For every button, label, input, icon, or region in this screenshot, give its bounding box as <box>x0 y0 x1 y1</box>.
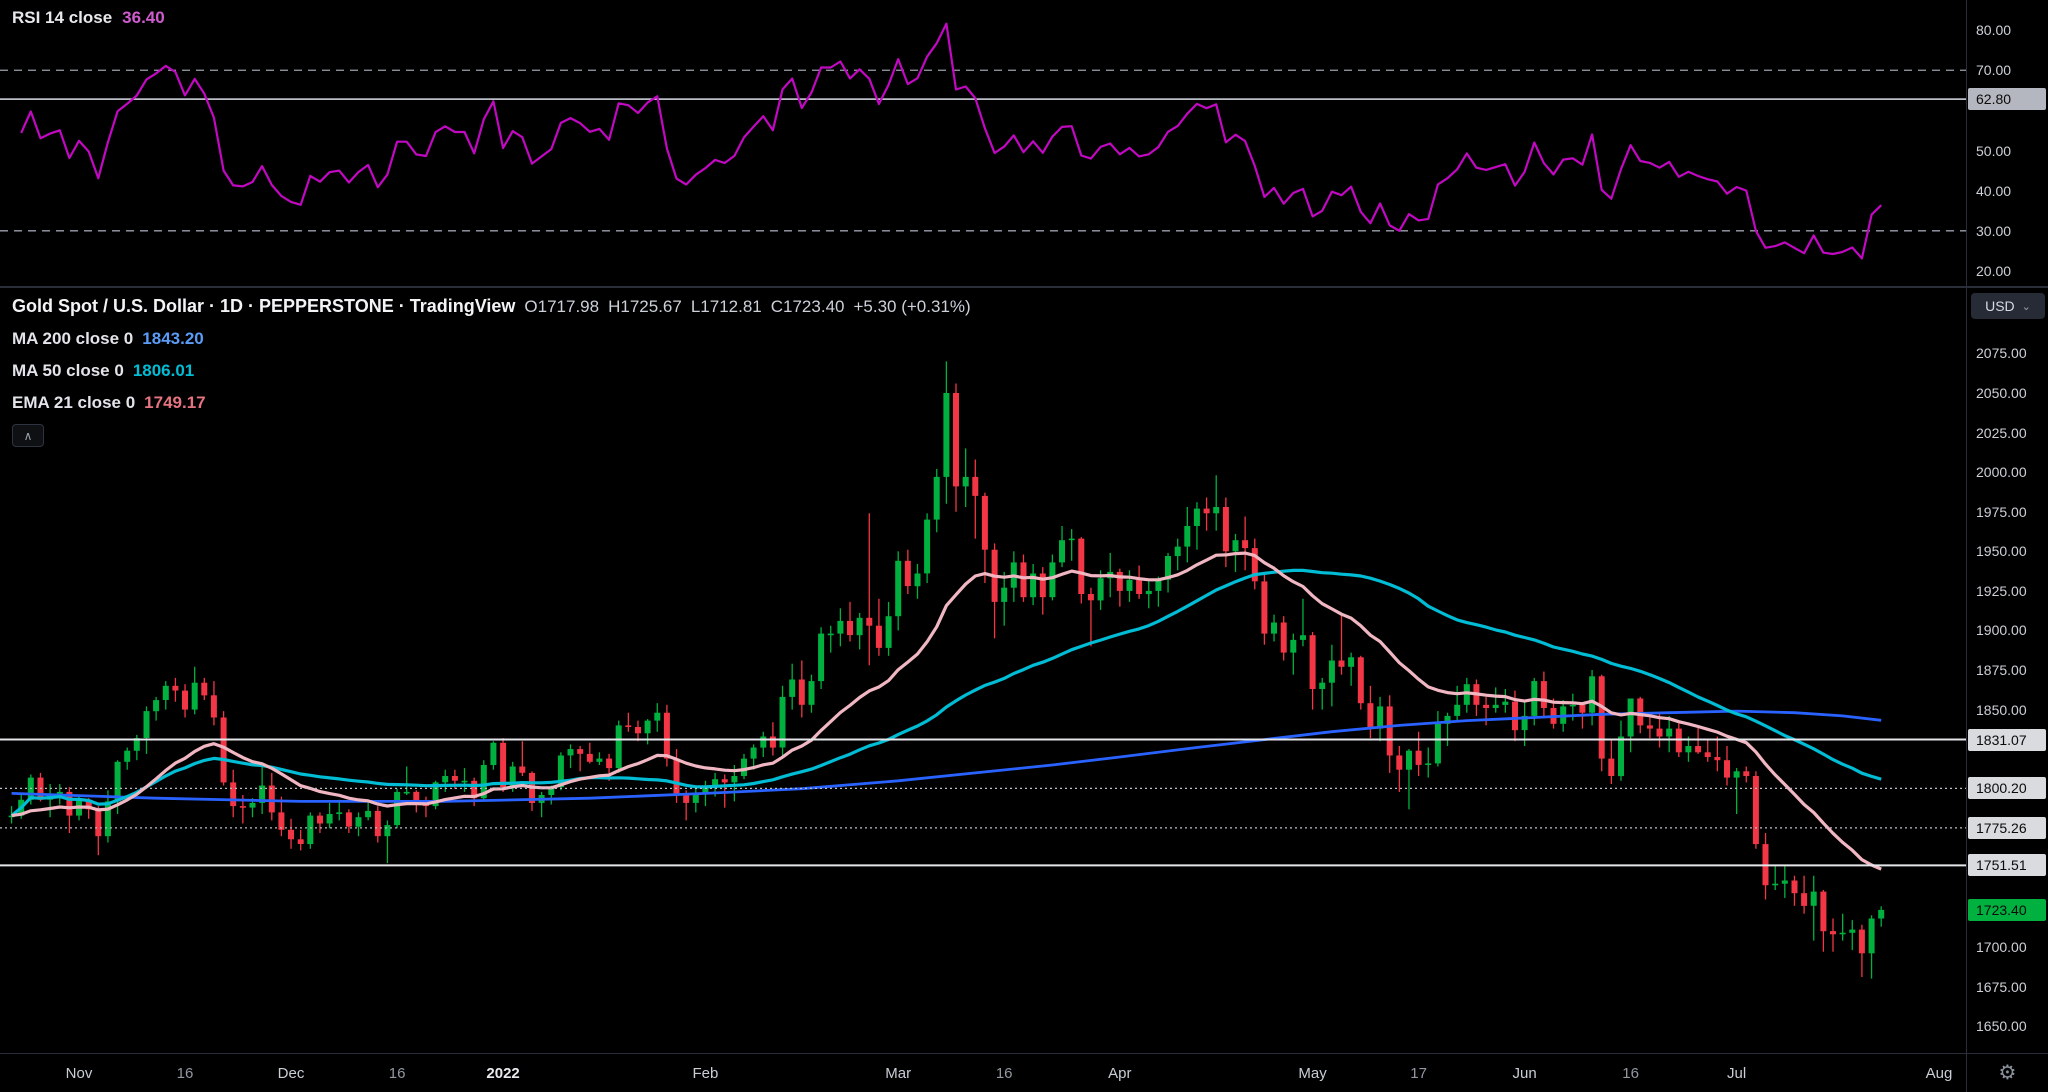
price-change: +5.30 (+0.31%) <box>853 297 970 316</box>
price-tick-label: 1900.00 <box>1976 622 2027 638</box>
price-tick-label: 1650.00 <box>1976 1018 2027 1034</box>
rsi-plot-canvas <box>0 0 1966 287</box>
rsi-tick-label: 70.00 <box>1976 62 2011 78</box>
indicator-label: EMA 21 close 0 <box>12 393 135 412</box>
indicator-value: 1806.01 <box>133 361 194 380</box>
price-level-label: 1831.07 <box>1968 729 2046 751</box>
indicator-legend-ma-200-close-0[interactable]: MA 200 close 0 1843.20 <box>12 328 971 350</box>
pane-separator[interactable] <box>0 286 2048 288</box>
ohlc-close: C1723.40 <box>771 297 845 316</box>
time-tick-label: 16 <box>1622 1065 1639 1082</box>
rsi-tick-label: 20.00 <box>1976 263 2011 279</box>
time-tick-label: 16 <box>996 1065 1013 1082</box>
indicator-label: MA 200 close 0 <box>12 329 133 348</box>
price-tick-label: 1950.00 <box>1976 543 2027 559</box>
time-tick-label: 16 <box>389 1065 406 1082</box>
chevron-down-icon: ⌄ <box>2022 300 2031 313</box>
settings-gear-icon[interactable]: ⚙ <box>1999 1063 2017 1083</box>
chevron-up-icon: ∧ <box>24 429 33 443</box>
price-tick-label: 1675.00 <box>1976 979 2027 995</box>
rsi-value: 36.40 <box>122 8 165 28</box>
rsi-level-label: 62.80 <box>1968 88 2046 110</box>
price-level-label: 1800.20 <box>1968 777 2046 799</box>
time-scale[interactable]: Nov 16 Dec 16 2022 Feb Mar 16 Apr May 17 Jun 16 Jul Au… <box>0 1053 1966 1092</box>
time-tick-label: 16 <box>177 1065 194 1082</box>
rsi-pane[interactable]: RSI 14 close 36.40 <box>0 0 1966 287</box>
price-tick-label: 1850.00 <box>1976 702 2027 718</box>
time-tick-label: Dec <box>278 1065 305 1082</box>
indicator-legend-rows: MA 200 close 0 1843.20 MA 50 close 0 1806.0… <box>12 328 971 414</box>
indicator-value: 1843.20 <box>142 329 203 348</box>
price-tick-label: 1700.00 <box>1976 939 2027 955</box>
rsi-tick-label: 80.00 <box>1976 22 2011 38</box>
time-tick-label: Mar <box>885 1065 911 1082</box>
price-level-label: 1775.26 <box>1968 817 2046 839</box>
collapse-indicators-button[interactable]: ∧ <box>12 424 44 447</box>
indicator-label: MA 50 close 0 <box>12 361 124 380</box>
ohlc-open: O1717.98 <box>524 297 599 316</box>
symbol-title-row: Gold Spot / U.S. Dollar · 1D · PEPPERSTO… <box>12 295 971 318</box>
time-tick-label: 2022 <box>486 1065 519 1082</box>
time-tick-label: Jul <box>1727 1065 1746 1082</box>
time-tick-label: Nov <box>66 1065 93 1082</box>
price-pane[interactable]: Gold Spot / U.S. Dollar · 1D · PEPPERSTO… <box>0 287 1966 1053</box>
time-tick-label: 17 <box>1410 1065 1427 1082</box>
rsi-tick-label: 50.00 <box>1976 143 2011 159</box>
price-tick-label: 2050.00 <box>1976 385 2027 401</box>
indicator-value: 1749.17 <box>144 393 205 412</box>
time-tick-label: Apr <box>1108 1065 1131 1082</box>
currency-label: USD <box>1985 298 2015 314</box>
indicator-legend-ema-21-close-0[interactable]: EMA 21 close 0 1749.17 <box>12 392 971 414</box>
price-tick-label: 2025.00 <box>1976 425 2027 441</box>
price-level-label: 1751.51 <box>1968 854 2046 876</box>
time-tick-label: Jun <box>1513 1065 1537 1082</box>
rsi-tick-label: 30.00 <box>1976 223 2011 239</box>
rsi-indicator-label[interactable]: RSI 14 close <box>12 8 112 28</box>
time-tick-label: Aug <box>1926 1065 1953 1082</box>
price-tick-label: 1875.00 <box>1976 662 2027 678</box>
symbol-title[interactable]: Gold Spot / U.S. Dollar · 1D · PEPPERSTO… <box>12 296 515 316</box>
price-tick-label: 1925.00 <box>1976 583 2027 599</box>
time-tick-label: May <box>1298 1065 1326 1082</box>
ohlc-low: L1712.81 <box>691 297 762 316</box>
price-tick-label: 2075.00 <box>1976 345 2027 361</box>
price-tick-label: 1975.00 <box>1976 504 2027 520</box>
price-tick-label: 2000.00 <box>1976 464 2027 480</box>
axis-corner: ⚙ <box>1966 1053 2048 1092</box>
last-price-label: 1723.40 <box>1968 899 2046 921</box>
time-tick-label: Feb <box>692 1065 718 1082</box>
main-legend: Gold Spot / U.S. Dollar · 1D · PEPPERSTO… <box>12 295 971 447</box>
rsi-legend: RSI 14 close 36.40 <box>12 8 165 28</box>
price-scale[interactable]: USD ⌄ 1650.00 1675.00 1700.00 1850.00 1875.0… <box>1966 0 2048 1053</box>
indicator-legend-ma-50-close-0[interactable]: MA 50 close 0 1806.01 <box>12 360 971 382</box>
rsi-tick-label: 40.00 <box>1976 183 2011 199</box>
currency-selector[interactable]: USD ⌄ <box>1971 293 2045 319</box>
ohlc-high: H1725.67 <box>608 297 682 316</box>
